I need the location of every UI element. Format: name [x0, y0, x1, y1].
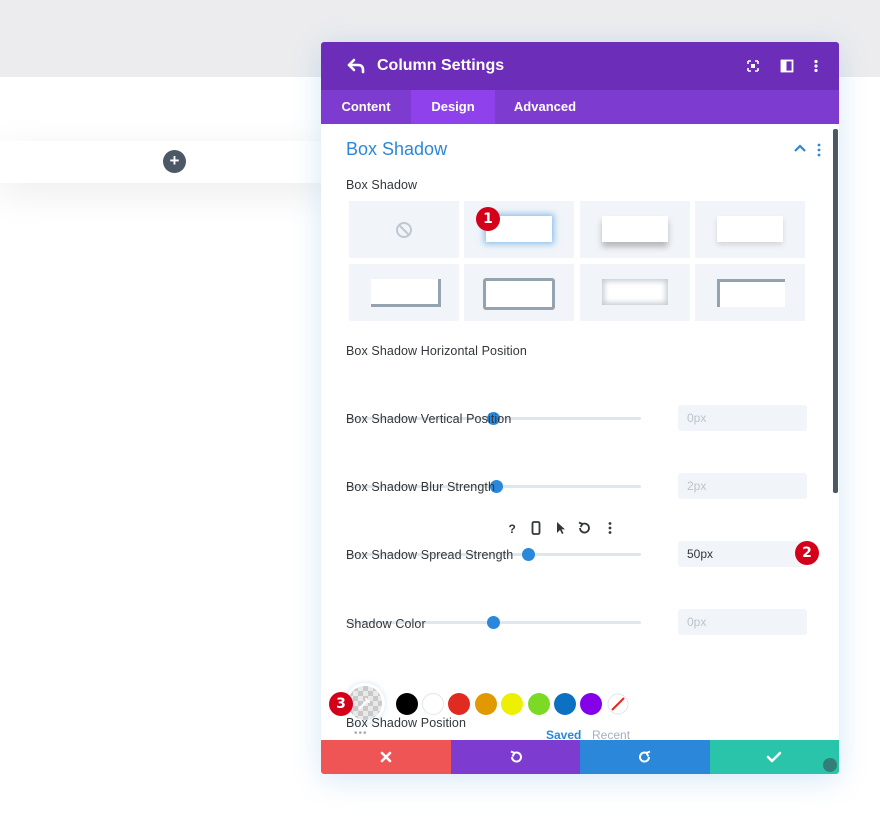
- modal-title: Column Settings: [377, 57, 505, 74]
- shadow-color-label: Shadow Color: [346, 617, 426, 631]
- horizontal-label: Box Shadow Horizontal Position: [346, 344, 527, 358]
- tab-bar: Content Design Advanced: [321, 90, 839, 124]
- swatch-red[interactable]: [448, 693, 470, 715]
- hover-cursor-icon[interactable]: [552, 520, 568, 536]
- swatch-blue[interactable]: [554, 693, 576, 715]
- saved-colors-tab[interactable]: Saved: [546, 728, 581, 740]
- reset-icon[interactable]: [576, 520, 592, 536]
- cancel-button[interactable]: [321, 740, 451, 774]
- preset-corner-box: [371, 279, 441, 307]
- chevron-up-icon[interactable]: [793, 143, 807, 153]
- swatch-orange[interactable]: [475, 693, 497, 715]
- preset-inset-box: [602, 279, 668, 305]
- swatch-purple[interactable]: [580, 693, 602, 715]
- save-button[interactable]: [710, 740, 839, 774]
- preset-inset[interactable]: [580, 264, 690, 321]
- eyedropper-icon: [359, 698, 370, 709]
- step-badge-2: 2: [795, 541, 819, 565]
- add-module-button[interactable]: +: [163, 150, 186, 173]
- preset-top-left-box: [717, 279, 785, 307]
- section-kebab-icon[interactable]: [815, 143, 823, 157]
- step-badge-1: 1: [476, 207, 500, 231]
- spread-slider-knob[interactable]: [487, 616, 500, 629]
- swatch-green[interactable]: [528, 693, 550, 715]
- swatch-black[interactable]: [396, 693, 418, 715]
- spread-value-input[interactable]: 0px: [678, 609, 807, 635]
- vertical-value-input[interactable]: 2px: [678, 473, 807, 499]
- settings-content: Box Shadow Box Shadow 1 Box Shadow Horiz…: [321, 124, 839, 740]
- svg-text:?: ?: [509, 522, 516, 536]
- undo-icon: [510, 750, 522, 763]
- tab-content[interactable]: Content: [321, 90, 411, 124]
- swatch-yellow[interactable]: [501, 693, 523, 715]
- undo-button[interactable]: [451, 740, 580, 774]
- spread-label: Box Shadow Spread Strength: [346, 548, 514, 562]
- preset-soft[interactable]: [695, 201, 805, 258]
- box-shadow-label: Box Shadow: [346, 178, 418, 192]
- recent-colors-tab[interactable]: Recent: [592, 728, 630, 740]
- modal-footer: [321, 740, 839, 774]
- tab-advanced[interactable]: Advanced: [495, 90, 595, 124]
- section-title[interactable]: Box Shadow: [346, 139, 447, 160]
- blur-slider-knob[interactable]: [522, 548, 536, 561]
- preset-soft-box: [717, 216, 783, 242]
- preset-none[interactable]: [349, 201, 459, 258]
- scrollbar[interactable]: [833, 129, 838, 493]
- column-settings-modal: Column Settings Content Design Advanced …: [321, 42, 839, 774]
- preset-border[interactable]: [464, 264, 574, 321]
- no-shadow-icon: [396, 222, 412, 238]
- tab-design[interactable]: Design: [411, 90, 495, 124]
- mobile-icon[interactable]: [528, 520, 544, 536]
- box-shadow-position-label: Box Shadow Position: [346, 716, 467, 730]
- kebab-menu-icon[interactable]: [806, 56, 826, 76]
- redo-button[interactable]: [580, 740, 710, 774]
- check-icon: [766, 751, 782, 763]
- preset-border-box: [483, 278, 555, 310]
- options-kebab-icon[interactable]: [602, 520, 618, 536]
- redo-icon: [639, 750, 651, 763]
- preset-corner[interactable]: [349, 264, 459, 321]
- vertical-label: Box Shadow Vertical Position: [346, 412, 512, 426]
- preset-bottom-box: [602, 216, 668, 242]
- close-icon: [380, 751, 392, 763]
- help-icon[interactable]: ?: [504, 520, 520, 536]
- preset-top-left[interactable]: [695, 264, 805, 321]
- fullscreen-icon[interactable]: [743, 56, 763, 76]
- blur-value-input[interactable]: 50px: [678, 541, 807, 567]
- clear-color-icon[interactable]: [607, 693, 629, 715]
- swatch-white[interactable]: [422, 693, 444, 715]
- horizontal-value-input[interactable]: 0px: [678, 405, 807, 431]
- resize-handle[interactable]: [823, 758, 837, 772]
- split-view-icon[interactable]: [777, 56, 797, 76]
- blur-label: Box Shadow Blur Strength: [346, 480, 496, 494]
- preset-bottom[interactable]: [580, 201, 690, 258]
- modal-header: Column Settings: [321, 42, 839, 90]
- color-picker-button[interactable]: [348, 686, 382, 720]
- back-arrow-icon[interactable]: [345, 55, 367, 77]
- step-badge-3: 3: [329, 692, 353, 716]
